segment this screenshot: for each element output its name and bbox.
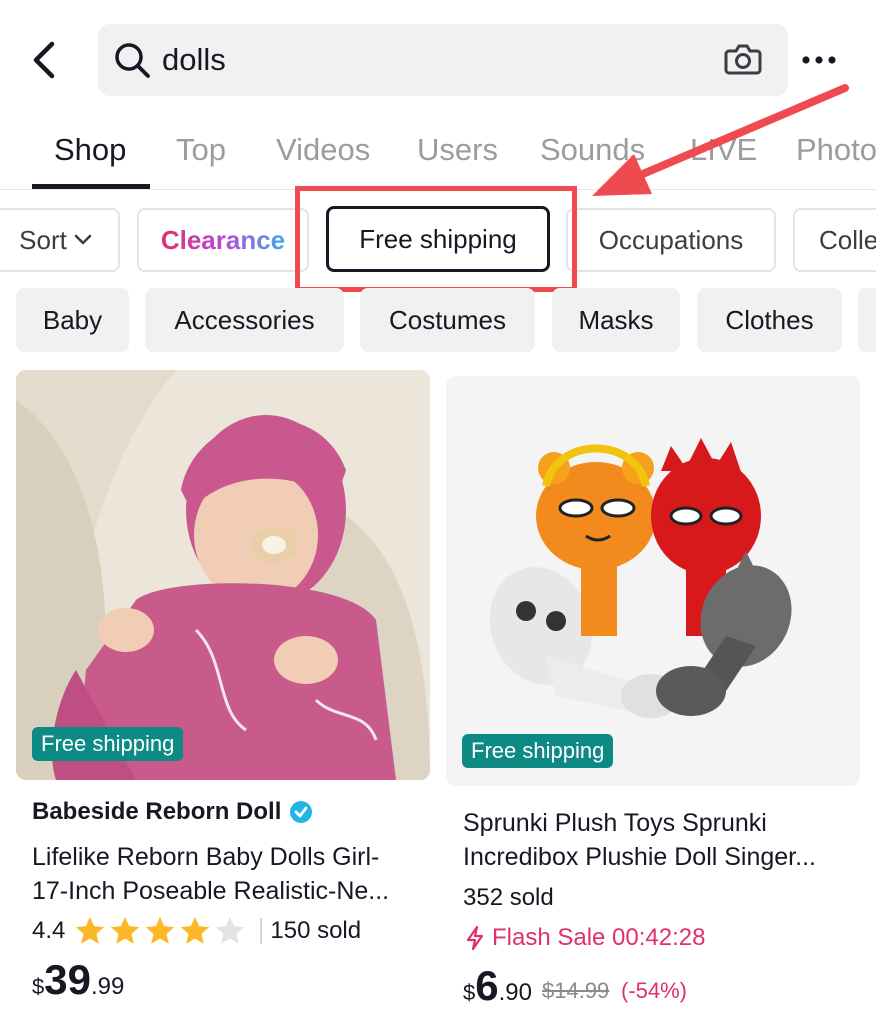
price-integer: 39: [44, 956, 91, 1003]
rating-stars: [73, 914, 248, 948]
sold-count: 150 sold: [270, 917, 362, 944]
price-currency: $: [32, 974, 45, 999]
sprunki-plush-illustration: [446, 376, 860, 786]
sort-label: Sort: [19, 224, 67, 255]
product-title-line2[interactable]: 17-Inch Poseable Realistic-Ne...: [32, 874, 389, 908]
verified-icon: [290, 801, 313, 823]
free-shipping-badge: Free shipping: [462, 734, 614, 768]
collections-filter[interactable]: Colle: [793, 208, 876, 272]
price-currency: $: [463, 980, 476, 1005]
active-tab-indicator: [32, 184, 150, 189]
divider: [260, 918, 263, 944]
category-accessories[interactable]: Accessories: [145, 288, 344, 352]
original-price: $14.99: [542, 978, 610, 1003]
clearance-label: Clearance: [160, 224, 286, 255]
star-empty-icon: [216, 916, 245, 944]
back-icon[interactable]: [28, 38, 64, 82]
sort-filter[interactable]: Sort: [0, 208, 120, 272]
tab-top[interactable]: Top: [176, 132, 226, 168]
occupations-label: Occupations: [598, 224, 744, 255]
category-masks[interactable]: Masks: [552, 288, 680, 352]
annotation-arrow: [592, 84, 849, 196]
flash-sale: Flash Sale 00:42:28: [464, 924, 705, 952]
occupations-filter[interactable]: Occupations: [566, 208, 776, 272]
rating-value: 4.4: [32, 917, 66, 944]
product-price: $6.90: [463, 962, 532, 1010]
star-icon: [181, 916, 210, 944]
search-icon: [115, 43, 150, 78]
free-shipping-badge: Free shipping: [32, 727, 184, 761]
lightning-icon: [466, 925, 484, 951]
category-baby[interactable]: Baby: [16, 288, 129, 352]
highlight-box: [295, 186, 577, 292]
tab-shop[interactable]: Shop: [54, 132, 126, 168]
product-image-reborn-doll[interactable]: Free shipping: [16, 370, 430, 780]
price-decimal: .99: [90, 973, 125, 1000]
reborn-doll-illustration: [16, 370, 430, 780]
seller-name[interactable]: Babeside Reborn Doll: [32, 798, 313, 826]
discount-percent: (-54%): [621, 978, 688, 1003]
clearance-filter[interactable]: Clearance: [137, 208, 309, 272]
seller-label: Babeside Reborn Doll: [32, 798, 282, 825]
flash-sale-timer: Flash Sale 00:42:28: [492, 924, 706, 951]
tab-videos[interactable]: Videos: [276, 132, 370, 168]
product-rating: 4.4 150 sold: [32, 914, 361, 948]
product-title-line1[interactable]: Lifelike Reborn Baby Dolls Girl-: [32, 840, 379, 874]
product-title-line2[interactable]: Incredibox Plushie Doll Singer...: [463, 840, 816, 874]
product-image-sprunki-plush[interactable]: Free shipping: [446, 376, 860, 786]
star-icon: [146, 916, 175, 944]
collections-label: Colle: [819, 224, 876, 255]
price-decimal: .90: [498, 979, 532, 1006]
tab-users[interactable]: Users: [417, 132, 498, 168]
category-clothes[interactable]: Clothes: [697, 288, 842, 352]
price-integer: 6: [475, 962, 499, 1009]
chevron-down-icon: [74, 234, 92, 245]
star-icon: [76, 916, 105, 944]
star-icon: [111, 916, 140, 944]
sold-count: 352 sold: [463, 884, 554, 911]
category-more[interactable]: [858, 288, 876, 352]
product-price: $39.99: [32, 956, 124, 1004]
category-costumes[interactable]: Costumes: [360, 288, 535, 352]
product-title-line1[interactable]: Sprunki Plush Toys Sprunki: [463, 806, 767, 840]
